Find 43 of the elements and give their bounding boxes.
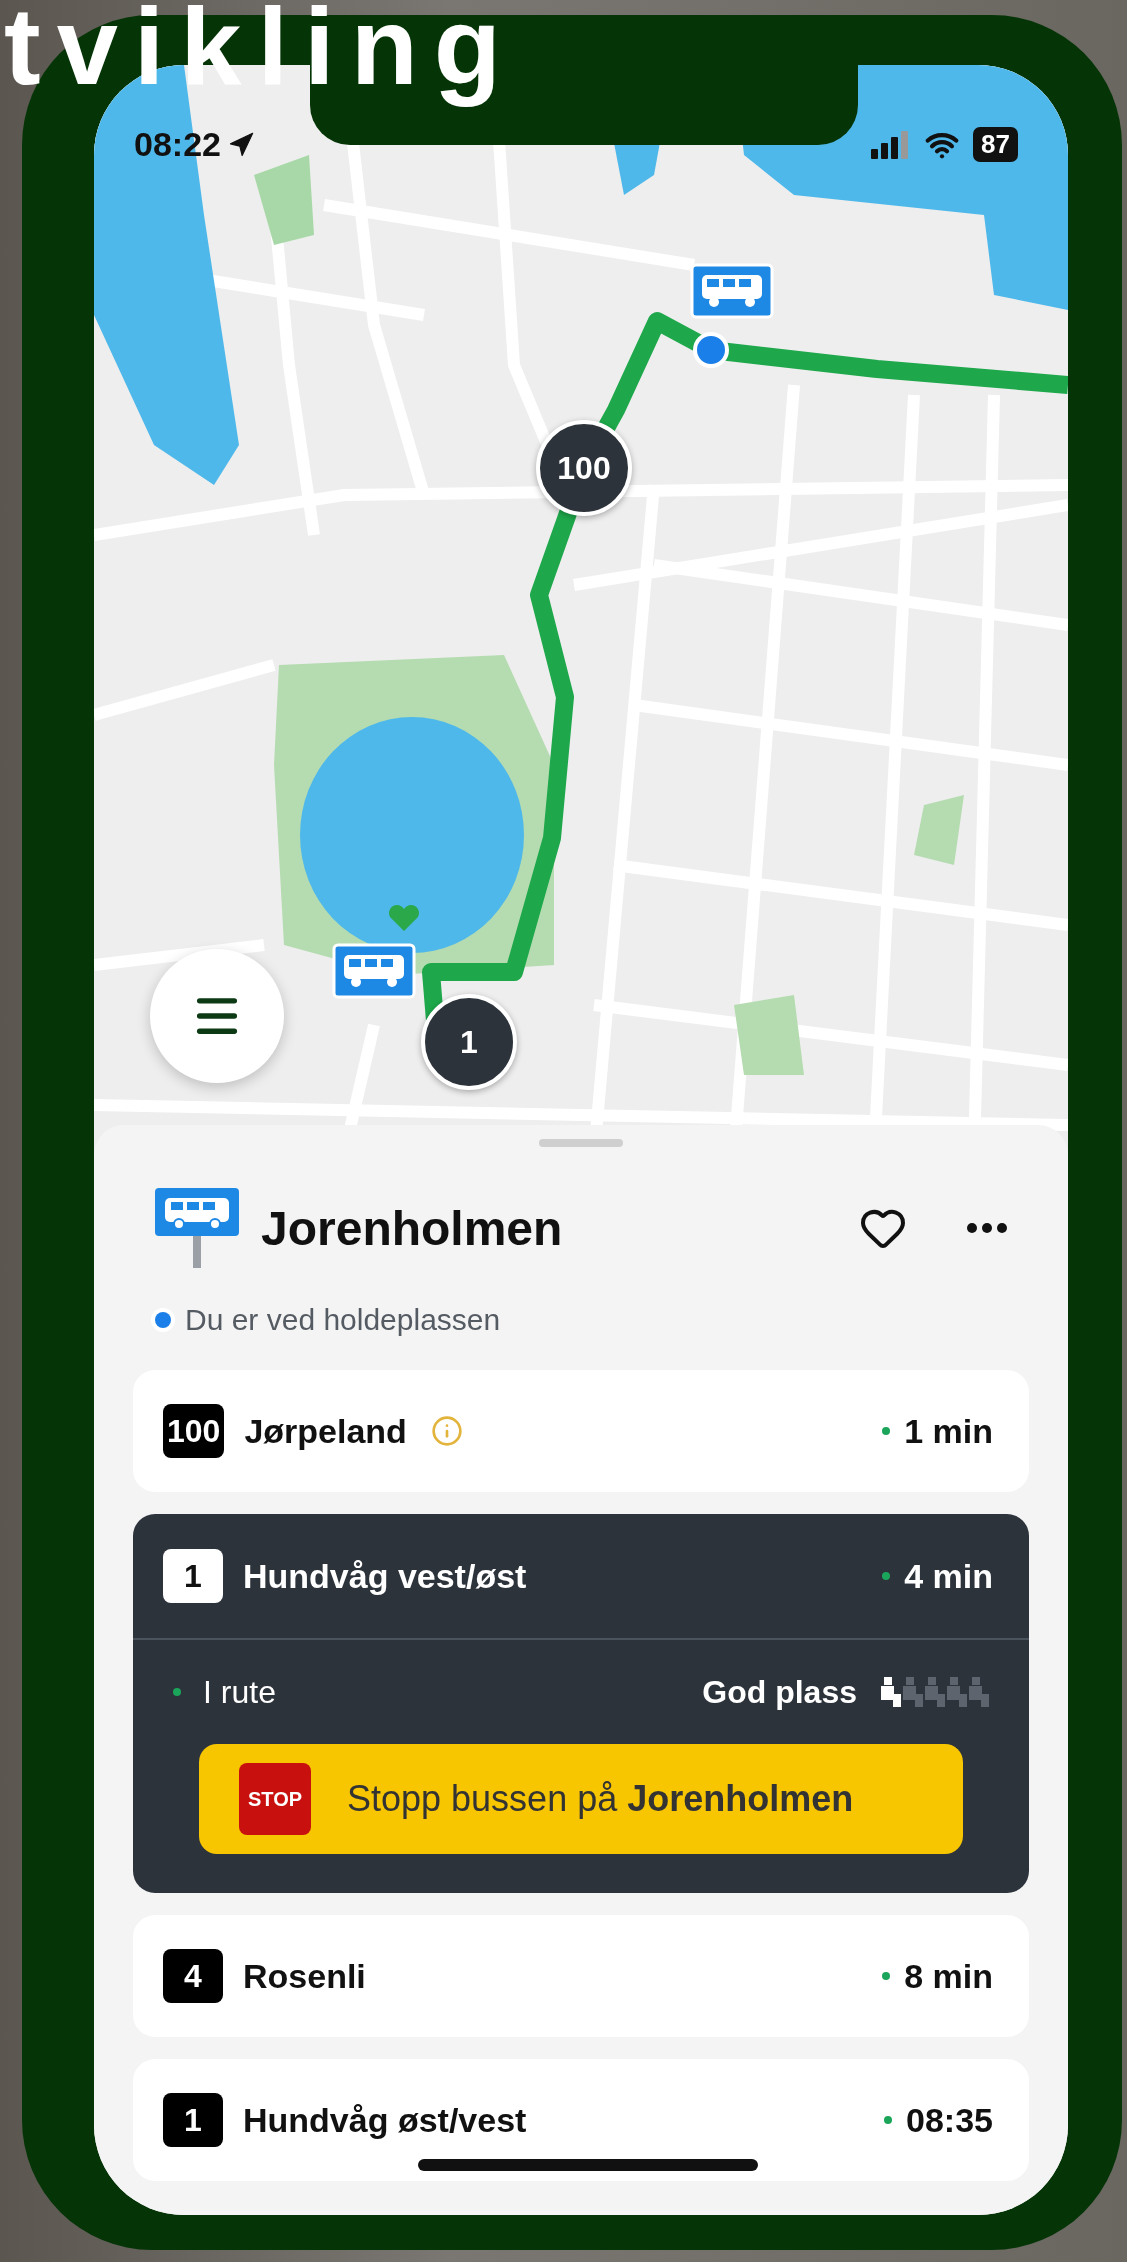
more-icon xyxy=(967,1223,1007,1233)
destination: Hundvåg vest/øst xyxy=(243,1556,527,1596)
departure-time: 08:35 xyxy=(906,2100,993,2140)
stop-bus-button[interactable]: STOP Stopp bussen på Jorenholmen xyxy=(199,1744,963,1854)
bus-stop-icon[interactable] xyxy=(690,263,774,319)
line-number: 1 xyxy=(163,2093,223,2147)
departure-time: 8 min xyxy=(904,1956,993,1996)
stop-name: Jorenholmen xyxy=(261,1200,564,1256)
departure-time: 4 min xyxy=(904,1556,993,1596)
battery-level: 87 xyxy=(973,127,1018,162)
info-icon[interactable] xyxy=(430,1415,463,1447)
occupancy-person-icon xyxy=(879,1677,901,1707)
line-number: 100 xyxy=(163,1404,225,1458)
bus-stop-icon xyxy=(155,1188,239,1268)
location-dot xyxy=(155,1312,171,1328)
occupancy-person-icon xyxy=(967,1677,989,1707)
stop-sign: STOP xyxy=(239,1763,311,1835)
bus-stop-icon[interactable] xyxy=(332,904,420,999)
realtime-dot xyxy=(173,1688,181,1696)
departure-time: 1 min xyxy=(904,1411,993,1451)
occupancy-person-icon xyxy=(923,1677,945,1707)
occupancy-person-icon xyxy=(901,1677,923,1707)
destination: Rosenli xyxy=(243,1956,366,1996)
departure-card[interactable]: 1 Hundvåg øst/vest 08:35 xyxy=(133,2059,1029,2181)
line-number: 1 xyxy=(163,1549,223,1603)
location-note: Du er ved holdeplassen xyxy=(185,1303,501,1337)
location-dot xyxy=(693,332,729,368)
departure-card[interactable]: 4 Rosenli 8 min xyxy=(133,1915,1029,2037)
occupancy-label: God plass xyxy=(702,1673,857,1711)
park-area xyxy=(914,795,964,865)
line-number: 4 xyxy=(163,1949,223,2003)
route-status: I rute xyxy=(203,1673,276,1711)
departure-card[interactable]: 1 Hundvåg vest/øst 4 min I rute God plass STOP Stopp bussen på Jorenholmen xyxy=(133,1514,1029,1893)
realtime-dot xyxy=(882,1427,891,1435)
realtime-dot xyxy=(882,1972,891,1980)
occupancy-person-icon xyxy=(945,1677,967,1707)
realtime-dot xyxy=(884,2116,893,2124)
destination: Jørpeland xyxy=(244,1411,407,1451)
destination: Hundvåg øst/vest xyxy=(243,2100,527,2140)
realtime-dot xyxy=(882,1572,891,1580)
sheet-handle[interactable] xyxy=(539,1139,623,1147)
departure-card[interactable]: 100 Jørpeland 1 min xyxy=(133,1370,1029,1492)
more-button[interactable] xyxy=(967,1223,1007,1233)
